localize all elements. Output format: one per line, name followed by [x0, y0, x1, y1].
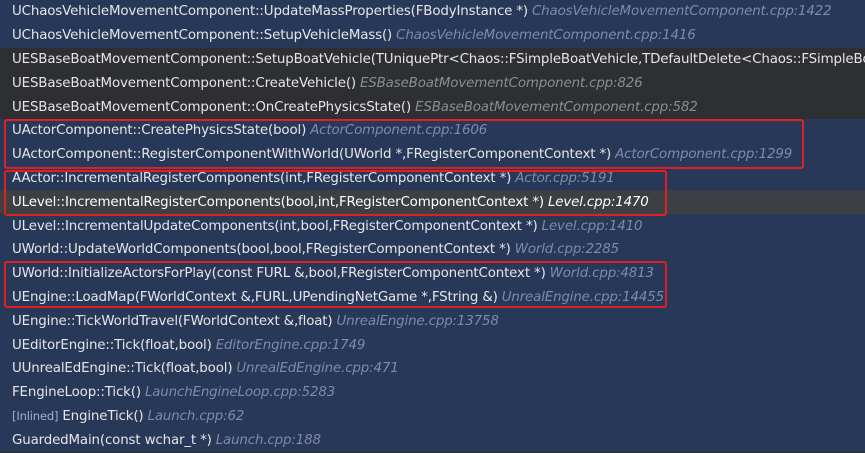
- stack-frame[interactable]: FEngineLoop::Tick() LaunchEngineLoop.cpp:…: [0, 380, 865, 405]
- frame-function: UESBaseBoatMovementComponent::OnCreatePh…: [12, 99, 412, 115]
- frame-location: EditorEngine.cpp:1749: [215, 337, 366, 353]
- stack-frame[interactable]: UEngine::LoadMap(FWorldContext &,FURL,UP…: [0, 285, 865, 310]
- frame-function: ULevel::IncrementalRegisterComponents(bo…: [12, 194, 544, 210]
- stack-frame[interactable]: [Inlined] EngineTick() Launch.cpp:62: [0, 404, 865, 429]
- frame-function: UEditorEngine::Tick(float,bool): [12, 337, 212, 353]
- frame-function: UActorComponent::RegisterComponentWithWo…: [12, 147, 612, 163]
- stack-frame[interactable]: ULevel::IncrementalUpdateComponents(int,…: [0, 214, 865, 238]
- frame-function: UWorld::InitializeActorsForPlay(const FU…: [12, 266, 546, 282]
- frame-location: UnrealEngine.cpp:13758: [336, 313, 499, 329]
- stack-frame[interactable]: UESBaseBoatMovementComponent::SetupBoatV…: [0, 47, 865, 72]
- stack-frame[interactable]: GuardedMain(const wchar_t *) Launch.cpp:1…: [0, 428, 865, 453]
- frame-location: Launch.cpp:62: [147, 408, 245, 424]
- frame-location: UnrealEngine.cpp:14455: [501, 289, 664, 305]
- frame-function: ULevel::IncrementalUpdateComponents(int,…: [12, 218, 538, 234]
- frame-function: GuardedMain(const wchar_t *): [12, 432, 212, 448]
- frame-location: Launch.cpp:188: [215, 432, 321, 448]
- stack-frame[interactable]: UESBaseBoatMovementComponent::OnCreatePh…: [0, 95, 865, 119]
- frame-function: UChaosVehicleMovementComponent::SetupVeh…: [12, 28, 393, 44]
- stack-frame[interactable]: UActorComponent::RegisterComponentWithWo…: [0, 142, 865, 167]
- frame-function: UActorComponent::CreatePhysicsState(bool…: [12, 123, 307, 139]
- stack-frame[interactable]: UUnrealEdEngine::Tick(float,bool) UnrealE…: [0, 357, 865, 381]
- frame-function: UESBaseBoatMovementComponent::CreateVehi…: [12, 75, 356, 91]
- frame-location: Actor.cpp:5191: [515, 170, 615, 186]
- frame-location: Level.cpp:1410: [541, 218, 643, 234]
- frame-function: UWorld::UpdateWorldComponents(bool,bool,…: [12, 242, 511, 258]
- frame-function: FEngineLoop::Tick(): [12, 385, 141, 401]
- frame-function: AActor::IncrementalRegisterComponents(in…: [12, 170, 512, 186]
- frame-function: UEngine::TickWorldTravel(FWorldContext &…: [12, 313, 333, 329]
- frame-function: UESBaseBoatMovementComponent::SetupBoatV…: [12, 51, 865, 67]
- frame-function: UUnrealEdEngine::Tick(float,bool): [12, 361, 233, 377]
- stack-frame[interactable]: UWorld::UpdateWorldComponents(bool,bool,…: [0, 238, 865, 262]
- frame-function: UChaosVehicleMovementComponent::UpdateMa…: [12, 4, 528, 20]
- frame-location: ESBaseBoatMovementComponent.cpp:582: [415, 99, 698, 115]
- stack-frame[interactable]: ULevel::IncrementalRegisterComponents(bo…: [0, 190, 865, 215]
- frame-location: ChaosVehicleMovementComponent.cpp:1422: [531, 4, 832, 20]
- stack-frame[interactable]: UEditorEngine::Tick(float,bool) EditorEng…: [0, 333, 865, 357]
- call-stack-list: UChaosVehicleMovementComponent::UpdateMa…: [0, 0, 865, 453]
- stack-frame[interactable]: UEngine::TickWorldTravel(FWorldContext &…: [0, 309, 865, 334]
- frame-location: ESBaseBoatMovementComponent.cpp:826: [359, 75, 643, 91]
- frame-location: ActorComponent.cpp:1299: [615, 147, 793, 163]
- stack-frame[interactable]: UChaosVehicleMovementComponent::UpdateMa…: [0, 0, 865, 24]
- frame-location: UnrealEdEngine.cpp:471: [236, 361, 399, 377]
- frame-location: World.cpp:4813: [549, 266, 654, 282]
- stack-frame[interactable]: UChaosVehicleMovementComponent::SetupVeh…: [0, 23, 865, 48]
- frame-location: LaunchEngineLoop.cpp:5283: [144, 385, 336, 401]
- frame-location: Level.cpp:1470: [547, 194, 649, 210]
- frame-location: ChaosVehicleMovementComponent.cpp:1416: [396, 28, 696, 44]
- frame-function: EngineTick(): [62, 408, 144, 424]
- stack-frame[interactable]: UActorComponent::CreatePhysicsState(bool…: [0, 119, 865, 143]
- frame-function: UEngine::LoadMap(FWorldContext &,FURL,UP…: [12, 289, 498, 305]
- stack-frame[interactable]: UESBaseBoatMovementComponent::CreateVehi…: [0, 71, 865, 96]
- inlined-tag: [Inlined]: [12, 409, 59, 424]
- stack-frame[interactable]: AActor::IncrementalRegisterComponents(in…: [0, 166, 865, 191]
- frame-location: World.cpp:2285: [514, 242, 620, 258]
- frame-location: ActorComponent.cpp:1606: [310, 123, 488, 139]
- stack-frame[interactable]: UWorld::InitializeActorsForPlay(const FU…: [0, 261, 865, 286]
